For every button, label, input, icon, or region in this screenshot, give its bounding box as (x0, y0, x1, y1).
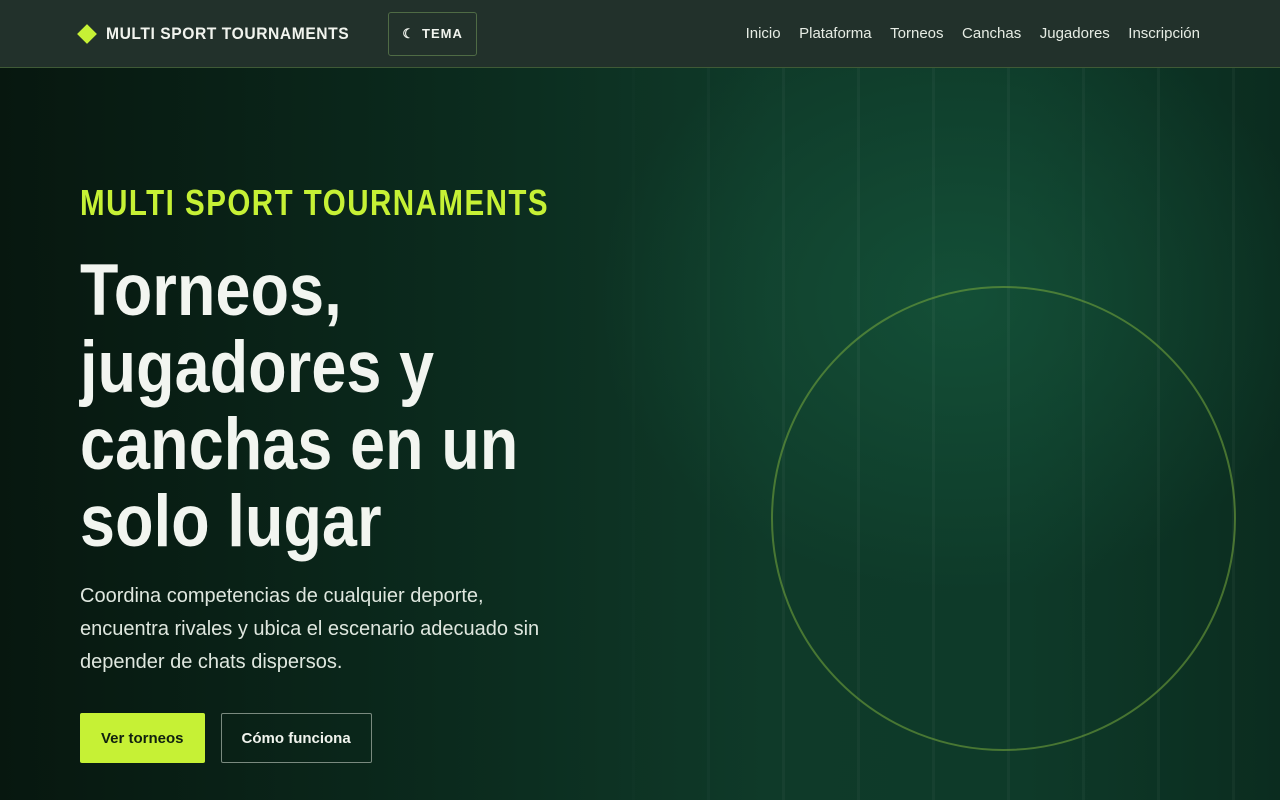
nav-item-inscripcion[interactable]: Inscripción (1128, 25, 1200, 42)
main-nav: Inicio Plataforma Torneos Canchas Jugado… (727, 25, 1200, 42)
view-tournaments-button[interactable]: Ver torneos (80, 713, 205, 763)
hero-actions: Ver torneos Cómo funciona (80, 713, 560, 763)
theme-toggle-label: TEMA (422, 26, 463, 41)
theme-toggle-button[interactable]: ☾ TEMA (388, 11, 477, 56)
top-navigation-bar: MULTI SPORT TOURNAMENTS ☾ TEMA Inicio Pl… (0, 0, 1280, 68)
nav-item-inicio[interactable]: Inicio (746, 25, 781, 42)
hero-headline: Torneos, jugadores y canchas en un solo … (80, 250, 519, 562)
nav-item-canchas[interactable]: Canchas (962, 25, 1021, 42)
nav-item-plataforma[interactable]: Plataforma (799, 25, 872, 42)
nav-item-jugadores[interactable]: Jugadores (1040, 25, 1110, 42)
brand-logo[interactable]: MULTI SPORT TOURNAMENTS (77, 23, 370, 44)
diamond-icon (77, 23, 97, 44)
hero-eyebrow: MULTI SPORT TOURNAMENTS (80, 182, 550, 223)
nav-item-torneos[interactable]: Torneos (890, 25, 943, 42)
hero-description: Coordina competencias de cualquier depor… (80, 585, 540, 673)
moon-icon: ☾ (402, 25, 416, 41)
brand-name: MULTI SPORT TOURNAMENTS (106, 23, 350, 43)
center-circle-graphic (771, 286, 1236, 751)
how-it-works-button[interactable]: Cómo funciona (220, 713, 372, 763)
hero-section: MULTI SPORT TOURNAMENTS Torneos, jugador… (80, 182, 560, 763)
